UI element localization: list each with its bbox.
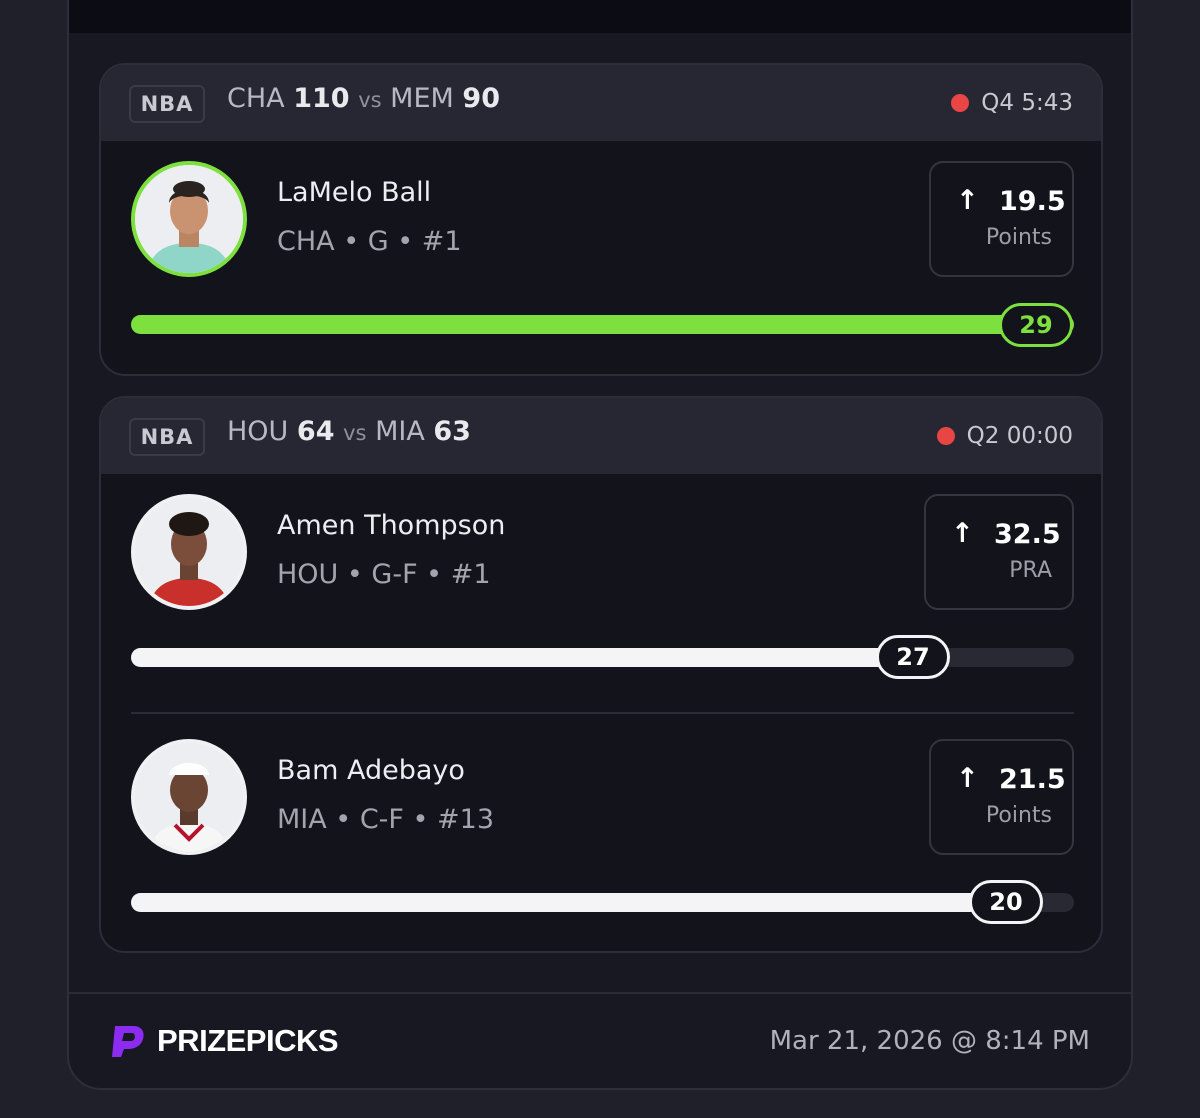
matchup: HOU 64 vs MIA 63 [227,416,471,447]
game-clock: Q2 00:00 [966,423,1073,449]
stat-type: PRA [1009,558,1052,583]
current-value-pill: 29 [999,303,1073,347]
projection-line: 21.5 [999,764,1066,795]
progress-fill [131,893,1008,912]
away-team: HOU [227,416,289,447]
player-avatar [131,161,247,277]
footer-divider [69,992,1131,994]
current-value-pill: 20 [969,880,1043,924]
player-divider [131,712,1074,714]
game-header: NBA HOU 64 vs MIA 63 Q2 00:00 [101,398,1101,474]
share-panel: NBA CHA 110 vs MEM 90 Q4 5:43 LaMelo Bal… [67,0,1133,1090]
game-status: Q2 00:00 [936,423,1073,449]
projection-box[interactable]: ↑ 32.5 PRA [924,494,1074,610]
progress-track [131,893,1074,912]
progress-fill [131,648,914,667]
away-score: 64 [296,416,335,447]
player-name: Amen Thompson [277,510,506,541]
vs-label: vs [358,88,382,112]
home-score: 90 [462,83,500,114]
league-badge: NBA [129,418,205,456]
brand-logo: PRIZEPICKS [109,1022,339,1060]
arrow-up-icon: ↑ [956,185,979,216]
vs-label: vs [343,421,367,445]
player-photo-icon [135,743,243,851]
game-card[interactable]: NBA CHA 110 vs MEM 90 Q4 5:43 LaMelo Bal… [99,63,1103,376]
stat-type: Points [985,803,1052,828]
projection-box[interactable]: ↑ 19.5 Points [929,161,1074,277]
home-team: MEM [390,83,454,114]
game-header: NBA CHA 110 vs MEM 90 Q4 5:43 [101,65,1101,141]
player-meta: MIA • C-F • #13 [277,804,495,835]
current-value-pill: 27 [876,635,950,679]
progress-fill [131,315,1074,334]
game-card[interactable]: NBA HOU 64 vs MIA 63 Q2 00:00 Amen Thomp… [99,396,1103,953]
away-score: 110 [293,83,350,114]
away-team: CHA [227,83,285,114]
player-photo-icon [135,498,243,606]
projection-box[interactable]: ↑ 21.5 Points [929,739,1074,855]
player-photo-icon [135,165,243,273]
projection-line: 32.5 [994,519,1061,550]
top-band [69,0,1131,33]
player-avatar [131,494,247,610]
timestamp: Mar 21, 2026 @ 8:14 PM [769,1026,1090,1056]
game-status: Q4 5:43 [951,90,1073,116]
player-meta: CHA • G • #1 [277,226,462,257]
stat-type: Points [985,225,1052,250]
game-clock: Q4 5:43 [981,90,1073,116]
prizepicks-logo-icon [112,1026,144,1057]
arrow-up-icon: ↑ [956,763,979,794]
player-name: LaMelo Ball [277,177,432,208]
player-meta: HOU • G-F • #1 [277,559,491,590]
live-dot-icon [936,427,955,445]
player-avatar [131,739,247,855]
live-dot-icon [951,94,970,112]
matchup: CHA 110 vs MEM 90 [227,83,500,114]
projection-line: 19.5 [999,186,1066,217]
league-badge: NBA [129,85,205,123]
player-name: Bam Adebayo [277,755,465,786]
arrow-up-icon: ↑ [951,518,974,549]
home-team: MIA [375,416,425,447]
progress-track [131,315,1074,334]
home-score: 63 [433,416,471,447]
brand-name: PRIZEPICKS [157,1023,339,1058]
